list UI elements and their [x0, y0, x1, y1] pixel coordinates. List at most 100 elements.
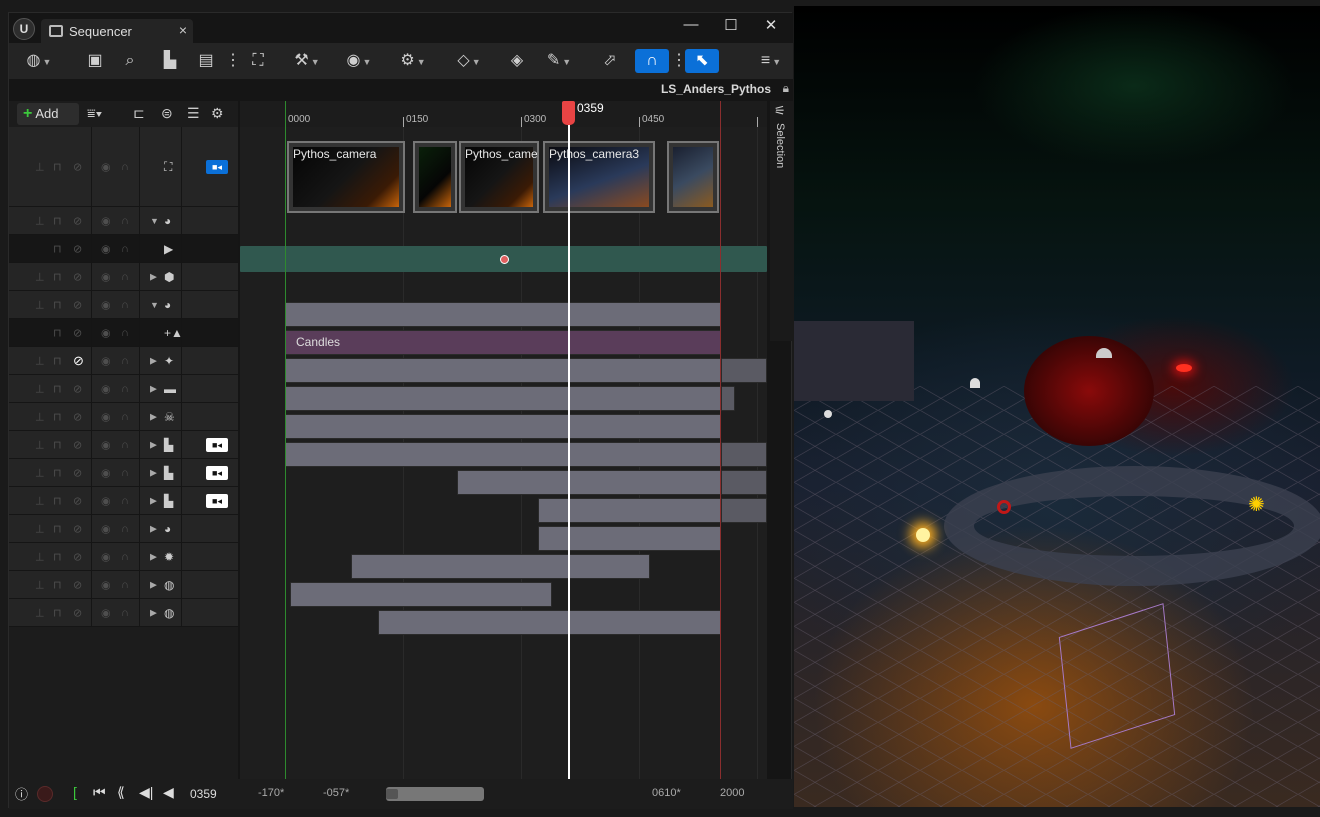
- mute-icon[interactable]: ⊘: [73, 382, 82, 395]
- solo-icon[interactable]: ∩: [121, 243, 129, 255]
- find-icon[interactable]: ⌕: [119, 49, 141, 73]
- track-row[interactable]: ⊥ ⊓ ⊘ ◉ ∩ ▶ ⬢: [9, 263, 238, 291]
- time-ruler[interactable]: 0000 0150 0300 0450: [240, 101, 767, 127]
- expand-icon[interactable]: ▶: [150, 355, 157, 366]
- track-section[interactable]: [457, 470, 721, 495]
- visibility-icon[interactable]: ◉: [101, 550, 111, 563]
- track-row[interactable]: ⊥ ⊓ ⊘ ◉ ∩ ▶ ◕: [9, 515, 238, 543]
- camera-shot[interactable]: Pythos_camera3: [543, 141, 655, 213]
- expand-icon[interactable]: ▶: [150, 271, 157, 282]
- expand-icon[interactable]: ▶: [150, 411, 157, 422]
- list-icon[interactable]: ☰: [187, 105, 200, 122]
- pin-icon[interactable]: ⊥: [35, 160, 45, 173]
- record-button[interactable]: [37, 786, 53, 802]
- tab-sequencer[interactable]: Sequencer ×: [41, 19, 193, 43]
- solo-icon[interactable]: ∩: [121, 271, 129, 283]
- track-section[interactable]: [378, 610, 721, 635]
- view-start[interactable]: -170*: [258, 787, 284, 799]
- solo-icon[interactable]: ∩: [121, 495, 129, 507]
- render-icon[interactable]: ⛶: [247, 49, 269, 73]
- view-end[interactable]: 2000: [720, 787, 744, 799]
- play-reverse-icon[interactable]: ◀: [163, 784, 174, 801]
- clapper-icon[interactable]: ▤: [195, 49, 217, 73]
- pin-icon[interactable]: ⊥: [35, 606, 45, 619]
- solo-icon[interactable]: ∩: [121, 355, 129, 367]
- toggle-icon[interactable]: ⊏: [133, 105, 145, 122]
- lock-icon[interactable]: ⊓: [53, 410, 62, 423]
- work-end[interactable]: 0610*: [652, 787, 681, 799]
- gear-icon[interactable]: ⚙ ▼: [395, 49, 431, 73]
- tab-close-icon[interactable]: ×: [179, 22, 187, 38]
- expand-icon[interactable]: ▼: [150, 300, 159, 310]
- mute-icon[interactable]: ⊘: [73, 326, 82, 339]
- mute-icon[interactable]: ⊘: [73, 298, 82, 311]
- solo-icon[interactable]: ∩: [121, 383, 129, 395]
- timeline-scrollbar[interactable]: [386, 787, 484, 801]
- lock-icon[interactable]: 🔒︎: [783, 81, 789, 96]
- camera-shot[interactable]: [413, 141, 457, 213]
- mute-icon[interactable]: ⊘: [73, 410, 82, 423]
- expand-icon[interactable]: ▶: [150, 467, 157, 478]
- expand-icon[interactable]: ▶: [150, 495, 157, 506]
- track-row[interactable]: ⊥ ⊓ ⊘ ◉ ∩ ▶ ▬: [9, 375, 238, 403]
- step-back-icon[interactable]: ◀|: [139, 784, 153, 801]
- more-icon[interactable]: ⋮: [671, 49, 687, 73]
- camera-shot[interactable]: [667, 141, 719, 213]
- track-section[interactable]: [538, 526, 721, 551]
- settings-icon[interactable]: ⚙: [211, 105, 224, 122]
- save-icon[interactable]: ▣: [85, 49, 105, 73]
- mute-icon[interactable]: ⊘: [73, 606, 82, 619]
- key-wrench-icon[interactable]: ⚒ ▼: [289, 49, 325, 73]
- more-icon[interactable]: ⋮: [225, 49, 241, 73]
- playback-end-marker[interactable]: [720, 101, 721, 779]
- pin-icon[interactable]: ⊥: [35, 298, 45, 311]
- visibility-icon[interactable]: ◉: [101, 382, 111, 395]
- solo-icon[interactable]: ∩: [121, 215, 129, 227]
- lock-icon[interactable]: ⊓: [53, 160, 62, 173]
- lock-icon[interactable]: ⊓: [53, 494, 62, 507]
- track-section[interactable]: [285, 442, 721, 467]
- visibility-icon[interactable]: ◉: [101, 578, 111, 591]
- track-row[interactable]: ⊥ ⊓ ⊘ ◉ ∩ ▶ ☠: [9, 403, 238, 431]
- solo-icon[interactable]: ∩: [121, 579, 129, 591]
- track-row[interactable]: ⊥ ⊓ ⊘ ◉ ∩ ▼ ◕: [9, 291, 238, 319]
- info-icon[interactable]: ⓘ: [15, 784, 28, 803]
- track-row[interactable]: ⊥ ⊓ ⊘ ◉ ∩ ▶ ✹: [9, 543, 238, 571]
- solo-icon[interactable]: ∩: [121, 523, 129, 535]
- expand-icon[interactable]: ▶: [150, 551, 157, 562]
- visibility-icon[interactable]: ◉: [101, 160, 111, 173]
- mute-icon[interactable]: ⊘: [73, 578, 82, 591]
- camera-icon[interactable]: ▙: [159, 49, 181, 73]
- mute-icon[interactable]: ⊘: [73, 160, 82, 173]
- solo-icon[interactable]: ∩: [121, 551, 129, 563]
- track-row[interactable]: ⊥ ⊓ ⊘ ◉ ∩ ▶ ▙ ■◂: [9, 431, 238, 459]
- camera-lock-icon[interactable]: ■◂: [206, 437, 228, 452]
- track-row[interactable]: ⊥ ⊓ ⊘ ◉ ∩ ▶ ▙ ■◂: [9, 487, 238, 515]
- expand-icon[interactable]: ▶: [150, 439, 157, 450]
- eye-icon[interactable]: ◉ ▼: [341, 49, 377, 73]
- pin-icon[interactable]: ⊥: [35, 214, 45, 227]
- playback-start-icon[interactable]: [: [73, 784, 77, 800]
- visibility-icon[interactable]: ◉: [101, 410, 111, 423]
- candles-section[interactable]: Candles: [285, 330, 721, 355]
- lock-icon[interactable]: ⊓: [53, 298, 62, 311]
- maximize-button[interactable]: ☐: [717, 16, 745, 38]
- lock-icon[interactable]: ⊓: [53, 550, 62, 563]
- curve-icon[interactable]: ⊜: [161, 105, 173, 122]
- pin-icon[interactable]: ⊥: [35, 578, 45, 591]
- pin-icon[interactable]: ⊥: [35, 438, 45, 451]
- playhead-line[interactable]: [568, 101, 570, 779]
- track-row[interactable]: ⊥ ⊓ ⊘ ◉ ∩ ▶ ◍: [9, 599, 238, 627]
- pin-icon[interactable]: ⊥: [35, 550, 45, 563]
- solo-icon[interactable]: ∩: [121, 439, 129, 451]
- lock-icon[interactable]: ⊓: [53, 606, 62, 619]
- track-row[interactable]: ⊥ ⊓ ⊘ ◉ ∩ ▶ ▙ ■◂: [9, 459, 238, 487]
- menu-icon[interactable]: ≡ ▼: [753, 49, 789, 73]
- camera-shot[interactable]: Pythos_camera: [287, 141, 405, 213]
- lock-icon[interactable]: ⊓: [53, 270, 62, 283]
- expand-icon[interactable]: ▼: [150, 216, 159, 226]
- mute-icon[interactable]: ⊘: [73, 466, 82, 479]
- jump-start-icon[interactable]: ⏮: [93, 784, 106, 801]
- track-section[interactable]: [285, 386, 721, 411]
- camera-shot[interactable]: Pythos_came: [459, 141, 539, 213]
